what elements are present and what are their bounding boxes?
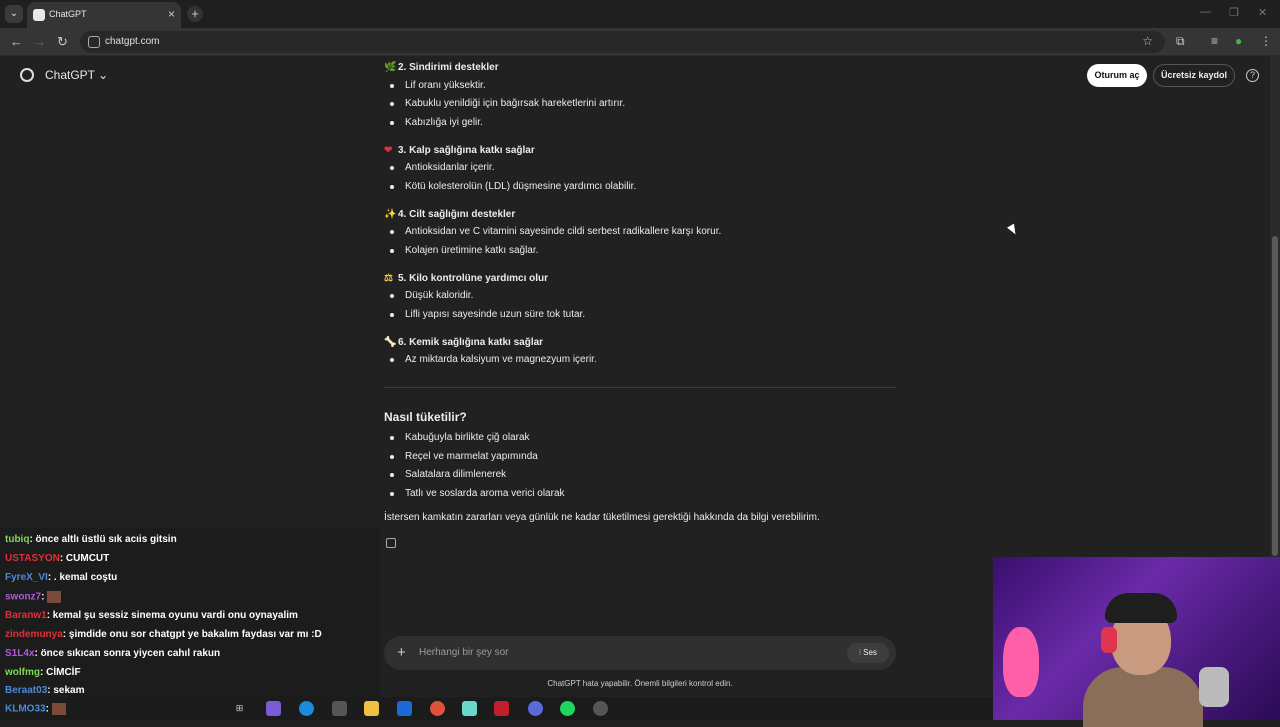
tab-title: ChatGPT xyxy=(49,9,87,19)
url-text: chatgpt.com xyxy=(105,36,160,47)
divider xyxy=(384,387,896,388)
webcam-overlay xyxy=(993,557,1280,727)
list-item: Kabuğuyla birlikte çiğ olarak xyxy=(390,432,530,443)
voice-button[interactable]: ⦙ Ses xyxy=(847,643,889,663)
streamer-hair xyxy=(1105,593,1177,623)
list-item: Kolajen üretimine katkı sağlar. xyxy=(389,245,539,256)
spotify-icon[interactable] xyxy=(560,701,575,716)
chrome-icon[interactable] xyxy=(430,701,445,716)
login-button[interactable]: Oturum aç xyxy=(1087,64,1147,87)
copilot-icon[interactable] xyxy=(266,701,281,716)
guitar-image xyxy=(1003,627,1039,697)
list-item: Lifli yapısı sayesinde uzun süre tok tut… xyxy=(389,309,586,320)
list-item: Antioksidan ve C vitamini sayesinde cild… xyxy=(389,226,722,237)
back-icon[interactable]: ← xyxy=(10,34,23,49)
browser-menu-icon[interactable]: ⋮ xyxy=(1260,34,1272,48)
list-item: Tatlı ve soslarda aroma verici olarak xyxy=(390,488,565,499)
disclaimer-text: ChatGPT hata yapabilir. Önemli bilgileri… xyxy=(547,679,733,688)
list-item: Reçel ve marmelat yapımında xyxy=(390,451,538,462)
restore-icon[interactable]: ❐ xyxy=(1229,6,1239,19)
url-input[interactable]: chatgpt.com ☆ xyxy=(80,31,1165,53)
reload-icon[interactable]: ↻ xyxy=(57,34,68,50)
microphone-image xyxy=(1199,667,1229,707)
emote-icon xyxy=(47,591,62,603)
task-view-icon[interactable]: ⊞ xyxy=(232,701,247,716)
chat-message: zindemunya: şimdide onu sor chatgpt ye b… xyxy=(5,629,322,640)
section-heading: 🌿 2. Sindirimi destekler xyxy=(384,62,499,73)
discord-icon[interactable] xyxy=(528,701,543,716)
list-item: Lif oranı yüksektir. xyxy=(390,80,486,91)
list-item: Antioksidanlar içerir. xyxy=(389,162,495,173)
chatgpt-favicon-icon xyxy=(33,9,45,21)
scroll-thumb[interactable] xyxy=(1272,236,1278,556)
chat-message: wolfmg: CİMCİF xyxy=(5,667,81,678)
reading-list-icon[interactable]: ≡ xyxy=(1211,34,1218,48)
list-item: Kabuklu yenildiği için bağırsak hareketl… xyxy=(389,98,626,109)
tab-chatgpt[interactable]: ChatGPT × xyxy=(27,2,181,28)
chat-message: swonz7: xyxy=(5,591,62,603)
file-explorer-icon[interactable] xyxy=(364,701,379,716)
headset-image xyxy=(1101,627,1117,653)
forward-icon[interactable]: → xyxy=(33,34,46,49)
chat-message: FyreX_VI: . kemal coştu xyxy=(5,572,118,583)
chat-message: S1L4x: önce sıkıcan sonra yiycen cahıl r… xyxy=(5,648,221,659)
tab-search-button[interactable]: ⌄ xyxy=(5,5,23,23)
outlook-icon[interactable] xyxy=(397,701,412,716)
streamer-body xyxy=(1083,667,1203,727)
chat-message: tubiq: önce altlı üstlü sık acıis gitsin xyxy=(5,534,177,545)
list-item: Kabızlığa iyi gelir. xyxy=(390,117,483,128)
prompt-input[interactable]: Herhangi bir şey sor xyxy=(419,647,508,658)
app-header: ChatGPT ⌄ xyxy=(0,56,1270,96)
edge-icon[interactable] xyxy=(299,701,314,716)
attach-plus-icon[interactable]: + xyxy=(397,644,406,661)
new-tab-button[interactable]: + xyxy=(187,6,203,22)
voicemeeter-icon[interactable] xyxy=(494,701,509,716)
signup-button[interactable]: Ücretsiz kaydol xyxy=(1153,64,1235,87)
obs-icon[interactable] xyxy=(593,701,608,716)
stream-chat-overlay: tubiq: önce altlı üstlü sık acıis gitsin… xyxy=(0,528,380,698)
store-icon[interactable] xyxy=(332,701,347,716)
help-icon[interactable]: ? xyxy=(1246,69,1259,82)
bookmark-star-icon[interactable]: ☆ xyxy=(1142,34,1153,48)
copy-icon[interactable] xyxy=(386,538,396,548)
section-heading: ⚖ 5. Kilo kontrolüne yardımcı olur xyxy=(384,273,549,284)
closing-text: İstersen kamkatın zararları veya günlük … xyxy=(384,512,820,523)
openai-logo-icon xyxy=(20,68,34,82)
usage-heading: Nasıl tüketilir? xyxy=(384,410,467,424)
chat-message: KLMO33: xyxy=(5,703,66,715)
extensions-icon[interactable]: ⧉ xyxy=(1176,34,1185,49)
emote-icon xyxy=(51,703,66,715)
mouse-cursor-icon xyxy=(1007,223,1019,237)
list-item: Kötü kolesterolün (LDL) düşmesine yardım… xyxy=(389,181,637,192)
browser-tab-bar: ⌄ ChatGPT × + — ❐ ✕ xyxy=(0,0,1280,28)
profile-icon[interactable]: ● xyxy=(1235,34,1242,48)
list-item: Düşük kaloridir. xyxy=(389,290,474,301)
address-bar: ← → ↻ chatgpt.com ☆ ⧉ ≡ ● ⋮ xyxy=(0,28,1280,56)
close-icon[interactable]: × xyxy=(168,7,175,21)
site-info-icon[interactable] xyxy=(88,36,100,48)
section-heading: 🦴 6. Kemik sağlığına katkı sağlar xyxy=(384,337,544,348)
window-close-icon[interactable]: ✕ xyxy=(1258,6,1267,19)
minimize-icon[interactable]: — xyxy=(1200,6,1211,18)
windows-taskbar: KLMO33: ⊞ xyxy=(0,697,993,720)
model-selector[interactable]: ChatGPT ⌄ xyxy=(45,68,108,82)
list-item: Salatalara dilimlenerek xyxy=(389,469,507,480)
notepad-icon[interactable] xyxy=(462,701,477,716)
section-heading: ✨ 4. Cilt sağlığını destekler xyxy=(384,209,516,220)
chat-message: Beraat03: sekam xyxy=(5,685,85,696)
list-item: Az miktarda kalsiyum ve magnezyum içerir… xyxy=(390,354,597,365)
chat-message: Baranw1: kemal şu sessiz sinema oyunu va… xyxy=(5,610,298,621)
chat-message: USTASYON: CUMCUT xyxy=(5,553,110,564)
section-heading: ❤ 3. Kalp sağlığına katkı sağlar xyxy=(384,145,535,156)
prompt-composer[interactable]: + Herhangi bir şey sor ⦙ Ses xyxy=(384,636,896,670)
